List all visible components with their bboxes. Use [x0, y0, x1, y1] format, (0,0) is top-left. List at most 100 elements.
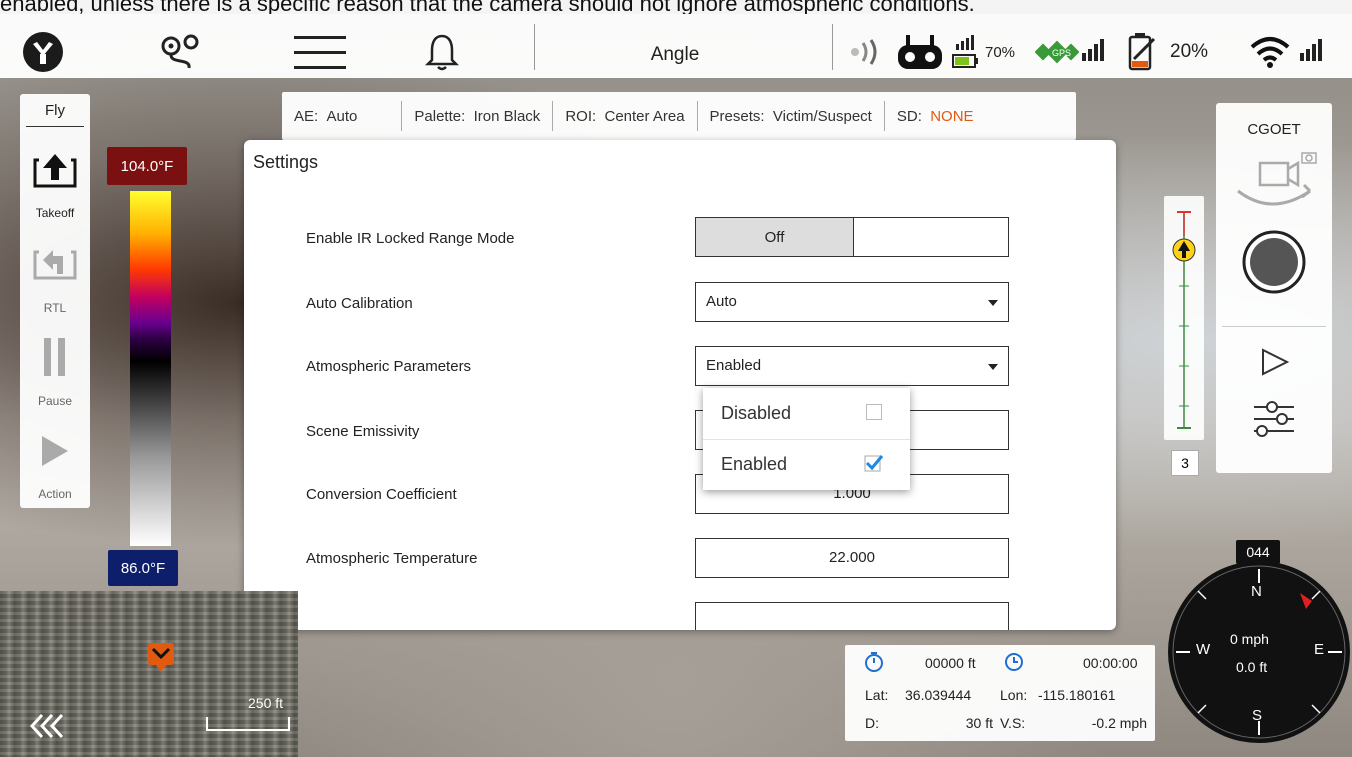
palette-key: Palette: — [414, 107, 466, 125]
ae-item[interactable]: AE: Auto — [282, 101, 403, 131]
chevron-down-icon — [988, 300, 998, 306]
ir-locked-label: Enable IR Locked Range Mode — [306, 230, 515, 247]
rc-signal-icon — [952, 34, 982, 68]
roi-item[interactable]: ROI: Center Area — [553, 101, 698, 131]
gps-text: GPS — [1052, 48, 1071, 58]
caption-text: enabled, unless there is a specific reas… — [0, 0, 1352, 14]
option-disabled[interactable]: Disabled — [703, 388, 910, 440]
app-logo-icon[interactable] — [20, 32, 66, 72]
rc-battery-percent: 70% — [985, 44, 1016, 61]
clock-icon — [1003, 651, 1025, 676]
tab-underline — [26, 126, 84, 127]
camera-info-strip: AE: Auto Palette: Iron Black ROI: Center… — [282, 92, 1076, 140]
signal-wave-icon — [846, 32, 882, 72]
waypoint-route-icon[interactable] — [155, 32, 205, 72]
action-label: Action — [38, 487, 72, 501]
record-button[interactable] — [1241, 229, 1307, 300]
lon-key: Lon: — [1000, 687, 1028, 703]
option-label: Disabled — [721, 403, 792, 423]
d-value: 30 ft — [965, 715, 993, 731]
flight-mode-label[interactable]: Angle — [600, 44, 750, 66]
palette-item[interactable]: Palette: Iron Black — [402, 101, 554, 131]
camera-settings-sliders-icon[interactable] — [1252, 399, 1296, 444]
camera-control-panel: CGOET — [1216, 103, 1332, 473]
top-bar: Angle 70% GPS 20% — [0, 14, 1352, 78]
pause-icon[interactable] — [42, 338, 68, 381]
option-enabled[interactable]: Enabled — [703, 439, 910, 490]
tab-fly[interactable]: Fly — [20, 102, 90, 119]
compass-north: N — [1251, 583, 1262, 600]
ir-locked-toggle[interactable]: Off — [695, 217, 1009, 257]
ground-speed: 0 mph — [1230, 631, 1269, 647]
settings-title: Settings — [253, 152, 319, 172]
map-scale-bar — [206, 717, 290, 731]
gimbal-pitch-slider[interactable] — [1164, 196, 1204, 440]
toggle-off-segment[interactable]: Off — [696, 218, 854, 256]
next-setting-field[interactable] — [695, 602, 1009, 630]
checked-checkbox-icon[interactable] — [864, 453, 884, 478]
gimbal-value-box: 3 — [1171, 450, 1199, 476]
auto-calibration-value: Auto — [706, 293, 737, 310]
auto-calibration-label: Auto Calibration — [306, 295, 413, 312]
flight-time-value: 00:00:00 — [1083, 655, 1138, 671]
d-key: D: — [865, 715, 879, 731]
collapse-map-chevron-icon[interactable] — [29, 713, 64, 744]
rtl-icon[interactable] — [33, 242, 77, 287]
distance-value: 00000 ft — [925, 655, 976, 671]
takeoff-label: Takeoff — [35, 206, 75, 220]
playback-icon[interactable] — [1260, 347, 1290, 382]
presets-value: Victim/Suspect — [772, 107, 872, 125]
device-battery-percent: 20% — [1170, 41, 1209, 62]
map-scale-label: 250 ft — [248, 695, 284, 711]
compass-south: S — [1252, 707, 1263, 724]
bell-icon[interactable] — [422, 32, 462, 72]
altitude: 0.0 ft — [1236, 659, 1268, 675]
sd-item[interactable]: SD: NONE — [885, 101, 986, 131]
ae-value: Auto — [326, 107, 358, 125]
wifi-signal-bars-icon — [1298, 39, 1326, 66]
camera-name: CGOET — [1247, 121, 1301, 138]
atmospheric-temperature-value: 22.000 — [829, 549, 875, 566]
toggle-on-segment[interactable] — [854, 218, 1008, 256]
mini-map[interactable]: 250 ft — [0, 591, 298, 757]
atmospheric-parameters-label: Atmospheric Parameters — [306, 358, 472, 375]
compass-radar: N S W E 0 mph 0.0 ft — [1168, 561, 1350, 743]
heading-value: 044 — [1236, 540, 1280, 564]
roi-value: Center Area — [604, 107, 685, 125]
palette-value: Iron Black — [473, 107, 541, 125]
menu-icon[interactable] — [292, 32, 348, 72]
pause-label: Pause — [37, 394, 73, 408]
temp-min-label: 86.0°F — [108, 550, 178, 586]
ae-key: AE: — [294, 107, 319, 125]
action-play-icon[interactable] — [40, 434, 70, 473]
auto-calibration-select[interactable]: Auto — [695, 282, 1009, 322]
atmospheric-parameters-value: Enabled — [706, 357, 762, 374]
remote-controller-icon — [895, 32, 945, 72]
compass-east: E — [1314, 641, 1325, 658]
aircraft-battery-icon — [1122, 32, 1160, 72]
panel-divider — [1222, 326, 1326, 327]
rtl-label: RTL — [43, 301, 67, 315]
presets-item[interactable]: Presets: Victim/Suspect — [698, 101, 885, 131]
atmospheric-parameters-select[interactable]: Enabled — [695, 346, 1009, 386]
vs-key: V.S: — [1000, 715, 1026, 731]
settings-dialog: Settings Enable IR Locked Range Mode Off… — [244, 140, 1116, 630]
wifi-icon — [1248, 32, 1292, 72]
sd-key: SD: — [896, 107, 922, 125]
unchecked-checkbox-icon[interactable] — [866, 404, 882, 420]
takeoff-icon[interactable] — [33, 150, 77, 195]
scene-emissivity-label: Scene Emissivity — [306, 423, 420, 440]
atmospheric-options-popup: Disabled Enabled — [703, 388, 910, 490]
atmospheric-temperature-field[interactable]: 22.000 — [695, 538, 1009, 578]
roi-key: ROI: — [565, 107, 597, 125]
option-label: Enabled — [721, 454, 788, 474]
lon-value: -115.180161 — [1038, 687, 1116, 703]
gps-satellite-icon: GPS — [1034, 32, 1080, 72]
temperature-gradient-bar — [130, 191, 171, 546]
presets-key: Presets: — [709, 107, 765, 125]
atmospheric-temperature-label: Atmospheric Temperature — [306, 550, 478, 567]
conversion-coefficient-label: Conversion Coefficient — [306, 486, 457, 503]
compass-west: W — [1196, 641, 1211, 658]
sd-value: NONE — [930, 107, 974, 125]
switch-camera-icon[interactable] — [1232, 151, 1322, 226]
